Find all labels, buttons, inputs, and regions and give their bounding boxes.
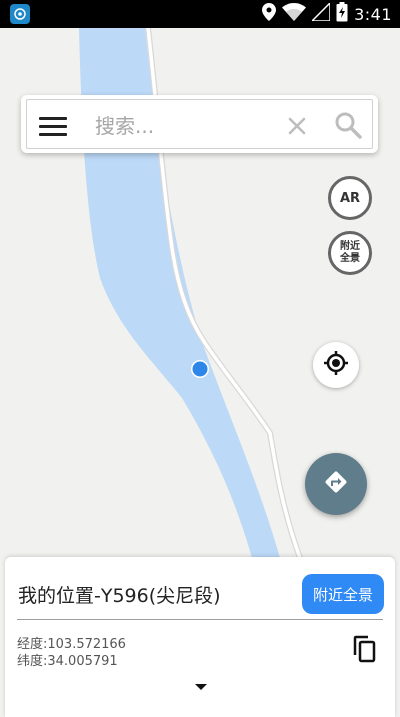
clear-icon[interactable]	[285, 114, 309, 138]
search-frame	[26, 99, 373, 149]
menu-icon[interactable]	[39, 114, 67, 138]
search-input[interactable]	[93, 108, 267, 144]
wifi-icon	[282, 3, 307, 25]
signal-icon	[310, 1, 331, 25]
pano-label-line2: 全景	[340, 253, 360, 264]
ar-button[interactable]: AR	[328, 176, 372, 220]
status-bar: 3:41	[0, 0, 400, 28]
directions-button[interactable]	[305, 453, 367, 515]
battery-icon	[336, 2, 348, 26]
directions-icon	[324, 470, 348, 498]
status-time: 3:41	[354, 4, 392, 24]
search-bar	[21, 95, 378, 153]
nearby-panorama-map-button[interactable]: 附近 全景	[328, 231, 372, 275]
ar-label: AR	[339, 190, 361, 206]
divider	[17, 619, 383, 620]
my-location-button[interactable]	[313, 342, 359, 388]
my-location-icon	[323, 350, 349, 380]
expand-more-icon[interactable]	[191, 679, 211, 693]
pano-label-line1: 附近	[340, 241, 360, 252]
search-icon[interactable]	[333, 110, 363, 140]
nearby-panorama-button[interactable]: 附近全景	[302, 574, 384, 614]
app-icon	[10, 4, 30, 24]
location-icon	[262, 3, 277, 25]
place-title: 我的位置-Y596(尖尼段)	[18, 585, 221, 607]
location-info-card: 我的位置-Y596(尖尼段) 附近全景 经度:103.572166 纬度:34.…	[5, 557, 395, 717]
copy-icon[interactable]	[351, 635, 377, 663]
latitude-text: 纬度:34.005791	[17, 654, 118, 669]
